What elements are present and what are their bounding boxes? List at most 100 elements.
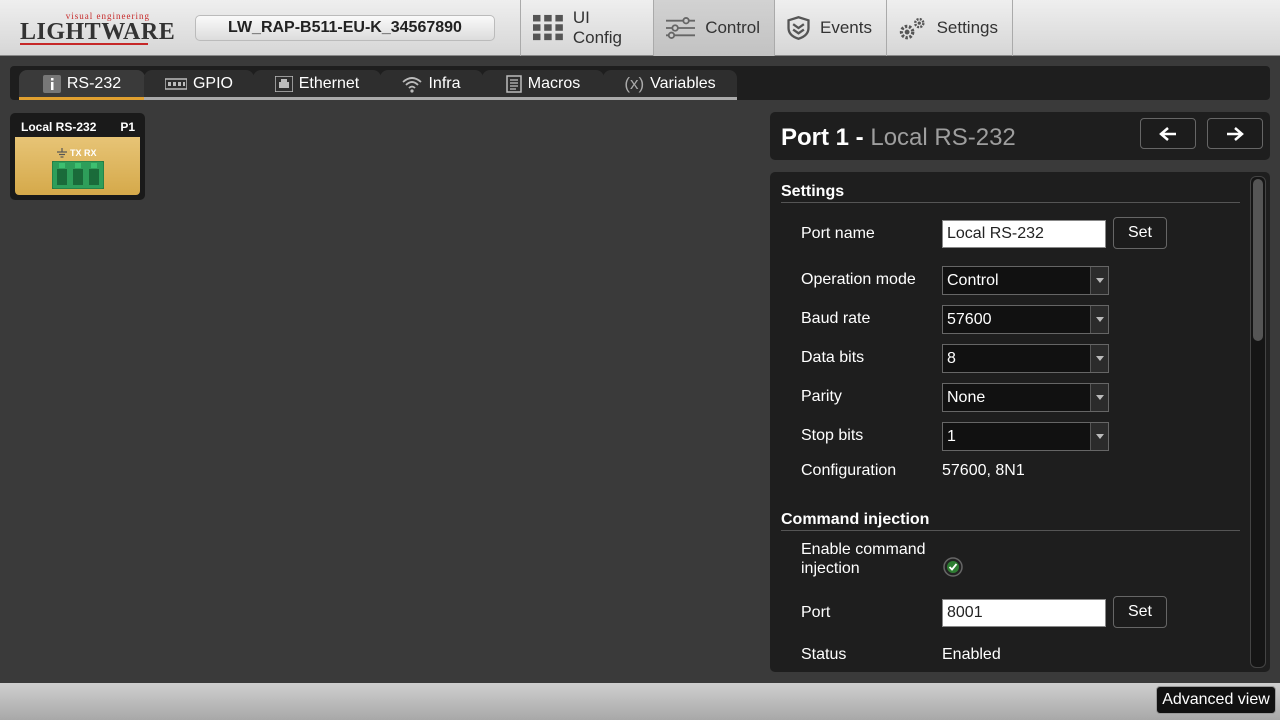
top-bar: visual engineering LIGHTWARE LW_RAP-B511… [0, 0, 1280, 56]
variable-icon: (x) [624, 73, 645, 93]
tab-control[interactable]: Control [653, 0, 774, 56]
injection-port-set-button[interactable]: Set [1113, 596, 1167, 628]
operation-mode-label: Operation mode [801, 271, 916, 288]
stop-bits-select[interactable]: 1 [942, 422, 1109, 451]
subtab-macros-label: Macros [527, 74, 581, 92]
caret-down-icon [1096, 356, 1104, 361]
ethernet-icon [274, 75, 293, 92]
parity-label: Parity [801, 388, 842, 405]
logo-brand: LIGHTWARE [20, 19, 176, 45]
subtab-variables-label: Variables [650, 74, 716, 92]
injection-port-input[interactable] [942, 599, 1106, 627]
wifi-icon [402, 76, 423, 93]
port-name-input[interactable] [942, 220, 1106, 248]
sub-tabs-bar: RS-232 GPIO Ethernet Infra Macros (x) Va… [10, 66, 1270, 100]
tab-ui-config[interactable]: UI Config [520, 0, 653, 56]
subtab-infra-label: Infra [428, 74, 461, 92]
port-tile-local-rs232[interactable]: Local RS-232 P1 TX RX [10, 113, 145, 200]
tab-events-label: Events [820, 18, 872, 37]
subtab-gpio-label: GPIO [192, 74, 233, 92]
tab-settings[interactable]: Settings [886, 0, 1013, 56]
ground-icon [57, 148, 67, 158]
events-icon [787, 16, 810, 40]
previous-port-button[interactable] [1140, 118, 1196, 149]
injection-port-label: Port [801, 604, 831, 621]
arrow-left-icon [1159, 126, 1176, 141]
port-settings-panel: Settings Port name Set Operation mode Co… [770, 172, 1270, 672]
dropdown-arrow [1090, 384, 1108, 411]
advanced-view-button[interactable]: Advanced view [1156, 686, 1276, 714]
port-title-main: Port 1 [781, 124, 850, 151]
data-bits-label: Data bits [801, 349, 865, 366]
tab-control-label: Control [705, 18, 760, 37]
operation-mode-value: Control [947, 272, 999, 289]
port-title-subtitle: Local RS-232 [870, 124, 1016, 151]
dropdown-arrow [1090, 345, 1108, 372]
port-tile-name: Local RS-232 [21, 120, 97, 134]
sliders-icon [666, 17, 696, 39]
tab-ui-config-label: UI Config [572, 8, 622, 47]
port-title-separator: - [849, 124, 871, 151]
port-name-set-button[interactable]: Set [1113, 217, 1167, 249]
subtab-variables[interactable]: (x) Variables [603, 70, 737, 100]
data-bits-value: 8 [947, 350, 956, 367]
port-name-label: Port name [801, 225, 875, 242]
parity-select[interactable]: None [942, 383, 1109, 412]
port-tile-port: P1 [120, 120, 135, 134]
dropdown-arrow [1090, 423, 1108, 450]
stop-bits-label: Stop bits [801, 427, 864, 444]
enable-command-injection-checkbox[interactable] [943, 557, 963, 577]
caret-down-icon [1096, 317, 1104, 322]
subtab-macros[interactable]: Macros [482, 70, 604, 100]
arrow-right-icon [1227, 126, 1244, 141]
data-bits-select[interactable]: 8 [942, 344, 1109, 373]
baud-rate-value: 57600 [947, 311, 992, 328]
grid-icon [533, 14, 563, 41]
port-header: Port 1 - Local RS-232 [770, 112, 1270, 160]
info-icon [42, 74, 61, 93]
subtab-infra[interactable]: Infra [380, 70, 483, 100]
subtab-rs232-label: RS-232 [66, 74, 122, 92]
tab-events[interactable]: Events [774, 0, 886, 56]
tab-settings-label: Settings [936, 18, 998, 37]
bottom-bar [0, 683, 1280, 720]
stop-bits-value: 1 [947, 428, 956, 445]
gpio-icon [164, 77, 187, 90]
port-title: Port 1 - Local RS-232 [781, 124, 1016, 152]
command-injection-divider [781, 530, 1240, 531]
device-name: LW_RAP-B511-EU-K_34567890 [195, 15, 495, 41]
dropdown-arrow [1090, 306, 1108, 333]
connector-labels: TX RX [70, 148, 97, 158]
settings-divider [781, 202, 1240, 203]
settings-section-title: Settings [781, 183, 845, 200]
operation-mode-select[interactable]: Control [942, 266, 1109, 295]
next-port-button[interactable] [1207, 118, 1263, 149]
baud-rate-label: Baud rate [801, 310, 871, 327]
panel-scrollbar-thumb[interactable] [1253, 179, 1263, 341]
injection-status-value: Enabled [942, 646, 1001, 663]
checkmark-icon [943, 557, 963, 577]
subtab-rs232[interactable]: RS-232 [19, 70, 145, 100]
gears-icon [899, 17, 925, 40]
terminal-connector-icon [52, 161, 104, 189]
caret-down-icon [1096, 434, 1104, 439]
subtab-ethernet[interactable]: Ethernet [253, 70, 381, 100]
panel-scrollbar[interactable] [1250, 176, 1266, 668]
configuration-label: Configuration [801, 462, 897, 479]
subtab-gpio[interactable]: GPIO [144, 70, 254, 100]
baud-rate-select[interactable]: 57600 [942, 305, 1109, 334]
logo-underline [20, 43, 148, 45]
injection-status-label: Status [801, 646, 847, 663]
enable-command-injection-label: Enable command injection [801, 541, 926, 577]
dropdown-arrow [1090, 267, 1108, 294]
lightware-logo: visual engineering LIGHTWARE [20, 11, 175, 45]
command-injection-section-title: Command injection [781, 511, 930, 528]
parity-value: None [947, 389, 986, 406]
main-tabs: UI Config Control Events Settings [520, 0, 1013, 56]
port-tile-header: Local RS-232 P1 [14, 117, 141, 137]
document-icon [506, 74, 522, 93]
port-tile-body: TX RX [15, 137, 140, 195]
caret-down-icon [1096, 278, 1104, 283]
subtab-ethernet-label: Ethernet [298, 74, 360, 92]
caret-down-icon [1096, 395, 1104, 400]
